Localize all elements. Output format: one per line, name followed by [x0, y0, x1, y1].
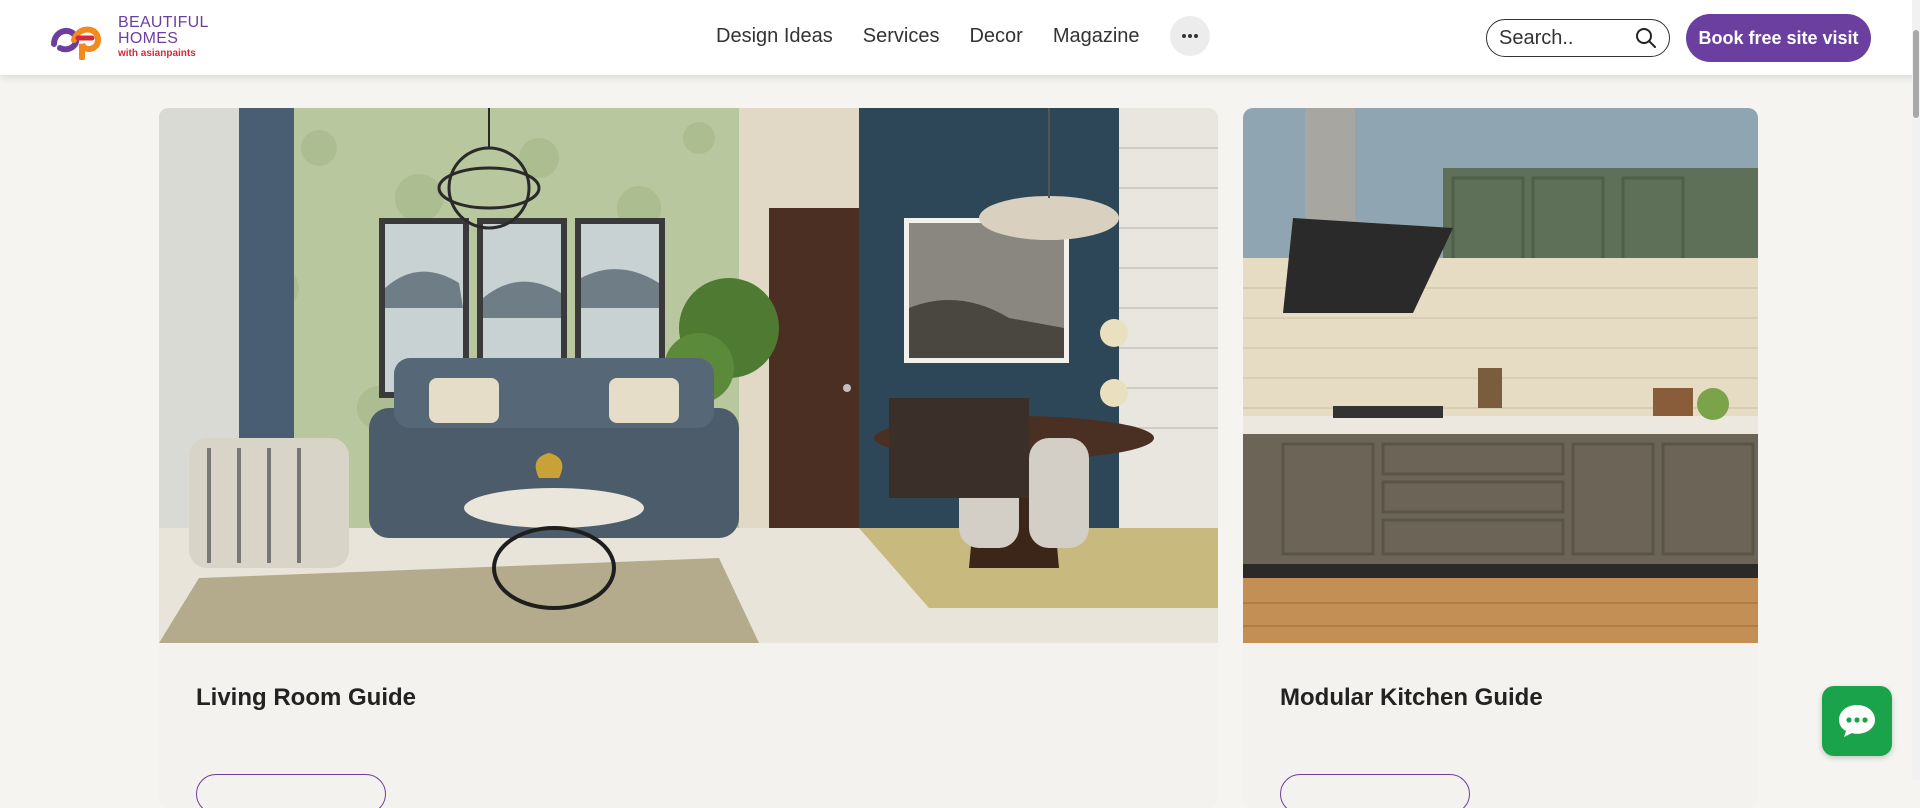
- search-box[interactable]: [1486, 19, 1670, 57]
- search-input[interactable]: [1499, 26, 1629, 50]
- search-icon[interactable]: [1635, 27, 1657, 49]
- logo-mark-icon: [51, 26, 102, 60]
- brand-logo[interactable]: BEAUTIFUL HOMES with asianpaints: [48, 12, 238, 62]
- logo-text: BEAUTIFUL HOMES with asianpaints: [118, 15, 209, 59]
- card-cta-button[interactable]: [1280, 774, 1470, 808]
- logo-line-3: with asianpaints: [118, 48, 196, 59]
- page-scrollbar[interactable]: [1912, 0, 1920, 780]
- card-cta-button[interactable]: [196, 774, 386, 808]
- living-room-image: [159, 108, 1218, 643]
- guide-card-modular-kitchen[interactable]: Modular Kitchen Guide: [1243, 108, 1758, 808]
- more-menu-button[interactable]: [1169, 16, 1210, 56]
- site-header: BEAUTIFUL HOMES with asianpaints Design …: [0, 0, 1920, 75]
- card-title[interactable]: Living Room Guide: [196, 684, 416, 712]
- chat-button[interactable]: [1822, 686, 1892, 756]
- ellipsis-icon: [1181, 34, 1198, 38]
- card-title[interactable]: Modular Kitchen Guide: [1280, 684, 1543, 712]
- modular-kitchen-image: [1243, 108, 1758, 643]
- logo-line-2: HOMES: [118, 30, 179, 47]
- chat-bubble-icon: [1839, 705, 1875, 737]
- guide-card-living-room[interactable]: Living Room Guide: [159, 108, 1218, 808]
- nav-design-ideas[interactable]: Design Ideas: [716, 25, 833, 48]
- nav-magazine[interactable]: Magazine: [1053, 25, 1140, 48]
- scrollbar-thumb[interactable]: [1913, 30, 1919, 118]
- nav-decor[interactable]: Decor: [969, 25, 1022, 48]
- book-site-visit-button[interactable]: Book free site visit: [1686, 14, 1871, 62]
- nav-services[interactable]: Services: [863, 25, 940, 48]
- logo-line-1: BEAUTIFUL: [118, 14, 209, 31]
- main-nav: Design Ideas Services Decor Magazine: [716, 16, 1210, 56]
